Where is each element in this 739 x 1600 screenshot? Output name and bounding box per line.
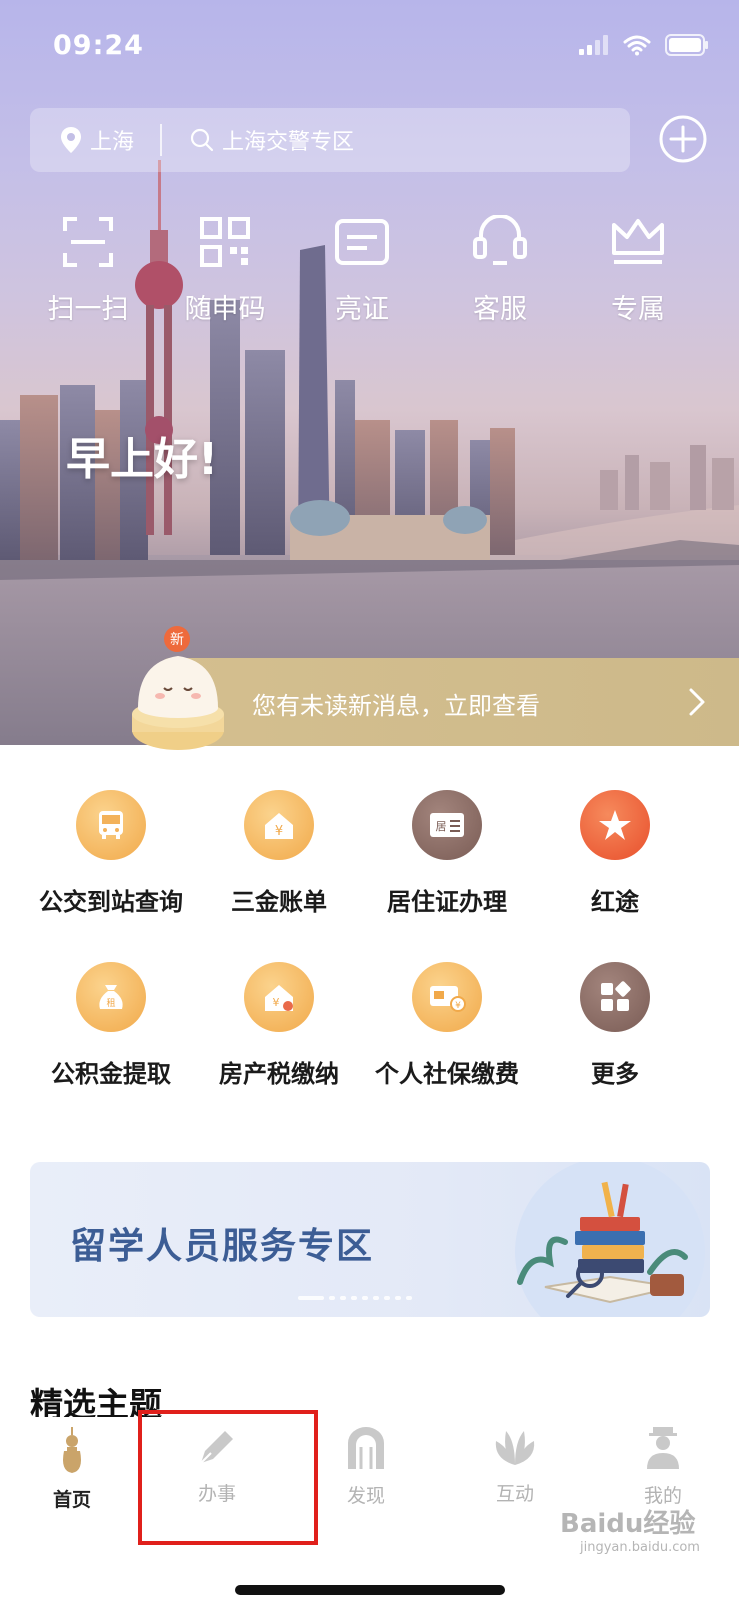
- watermark-logo: Baidu经验: [560, 1509, 696, 1539]
- watermark-url: jingyan.baidu.com: [580, 1540, 700, 1555]
- qr-code-icon: [200, 217, 250, 267]
- chevron-right-icon: [689, 688, 705, 716]
- more-grid-icon: [580, 962, 650, 1032]
- service-property-tax[interactable]: ¥ 房产税缴纳: [184, 962, 374, 1089]
- search-bar[interactable]: 上海 上海交警专区: [30, 108, 630, 172]
- tab-label: 发现: [346, 1485, 385, 1507]
- tab-discover[interactable]: 发现: [311, 1425, 421, 1508]
- carousel-dot: [351, 1296, 357, 1300]
- residence-card-icon: 居: [412, 790, 482, 860]
- bus-icon: [76, 790, 146, 860]
- carousel-dot: [329, 1296, 335, 1300]
- tab-profile[interactable]: 我的: [608, 1425, 718, 1508]
- search-input[interactable]: 上海交警专区: [162, 124, 354, 156]
- service-label: 个人社保缴费: [375, 1060, 519, 1088]
- cellular-signal-icon: [579, 35, 608, 55]
- service-residence[interactable]: 居 居住证办理: [352, 790, 542, 917]
- magnolia-icon: [495, 1431, 535, 1465]
- money-bag-icon: 租: [76, 962, 146, 1032]
- service-label: 公积金提取: [51, 1060, 171, 1088]
- person-icon: [647, 1427, 679, 1469]
- tab-interact[interactable]: 互动: [460, 1425, 570, 1506]
- battery-icon: [665, 34, 708, 56]
- location-label: 上海: [90, 130, 135, 155]
- svg-text:租: 租: [106, 998, 115, 1009]
- house-yuan-icon: ¥: [244, 790, 314, 860]
- arch-icon: [348, 1427, 384, 1469]
- status-time: 09:24: [53, 30, 144, 61]
- quick-action-label: 扫一扫: [47, 294, 129, 325]
- highlight-annotation: [138, 1410, 318, 1545]
- quick-action-label: 亮证: [335, 294, 389, 325]
- greeting-text: 早上好!: [66, 434, 219, 485]
- tab-label: 互动: [495, 1483, 534, 1505]
- svg-text:¥: ¥: [273, 996, 280, 1009]
- quick-action-qr[interactable]: 随申码: [165, 215, 285, 326]
- svg-text:居: 居: [436, 820, 447, 833]
- bun-mascot-icon: 新: [132, 626, 224, 750]
- social-security-icon: ¥: [412, 962, 482, 1032]
- quick-action-exclusive[interactable]: 专属: [578, 215, 698, 326]
- service-label: 红途: [591, 888, 639, 916]
- service-label: 三金账单: [231, 888, 327, 916]
- property-tax-icon: ¥: [244, 962, 314, 1032]
- service-bus[interactable]: 公交到站查询: [16, 790, 206, 917]
- tab-home[interactable]: 首页: [17, 1425, 127, 1512]
- banner-title: 留学人员服务专区: [70, 1226, 375, 1267]
- red-star-icon: [580, 790, 650, 860]
- service-bill[interactable]: ¥ 三金账单: [184, 790, 374, 917]
- home-indicator[interactable]: [235, 1585, 505, 1595]
- quick-action-scan[interactable]: 扫一扫: [28, 215, 148, 326]
- carousel-dot: [373, 1296, 379, 1300]
- carousel-dot: [384, 1296, 390, 1300]
- carousel-dot: [298, 1296, 324, 1300]
- search-icon: [190, 128, 214, 152]
- service-label: 居住证办理: [387, 888, 507, 916]
- location-pin-icon: [61, 127, 81, 153]
- carousel-dot: [406, 1296, 412, 1300]
- scan-icon: [63, 217, 113, 267]
- service-label: 房产税缴纳: [219, 1060, 339, 1088]
- carousel-dot: [395, 1296, 401, 1300]
- search-placeholder: 上海交警专区: [222, 130, 355, 155]
- crown-icon: [612, 219, 664, 264]
- quick-action-label: 专属: [611, 294, 665, 325]
- gourd-home-icon: [63, 1427, 81, 1473]
- quick-action-id[interactable]: 亮证: [302, 215, 422, 326]
- location-selector[interactable]: 上海: [30, 108, 134, 172]
- service-social-security[interactable]: ¥ 个人社保缴费: [352, 962, 542, 1089]
- carousel-dot: [362, 1296, 368, 1300]
- carousel-dot: [340, 1296, 346, 1300]
- headset-icon: [473, 215, 527, 265]
- carousel-dots: [298, 1296, 412, 1300]
- svg-text:¥: ¥: [455, 1001, 461, 1011]
- study-abroad-banner[interactable]: 留学人员服务专区: [30, 1162, 710, 1317]
- add-icon[interactable]: [658, 114, 708, 164]
- service-label: 更多: [591, 1060, 639, 1088]
- service-fund[interactable]: 租 公积金提取: [16, 962, 206, 1089]
- svg-text:¥: ¥: [275, 824, 283, 839]
- new-badge: 新: [170, 632, 184, 648]
- quick-action-label: 随申码: [184, 294, 266, 325]
- notification-bar[interactable]: 您有未读新消息，立即查看: [160, 658, 739, 746]
- wifi-icon: [623, 35, 651, 56]
- hero-banner: 09:24 上海 上海交警专区 扫一扫 随申码 亮证 客服 专属 早上好!: [0, 0, 739, 745]
- status-bar: 09:24: [0, 0, 739, 92]
- notification-text: 您有未读新消息，立即查看: [252, 692, 540, 720]
- quick-action-service[interactable]: 客服: [440, 215, 560, 326]
- service-more[interactable]: 更多: [520, 962, 710, 1089]
- quick-action-label: 客服: [473, 294, 527, 325]
- books-illustration-icon: [515, 1162, 705, 1317]
- tab-label: 首页: [52, 1489, 91, 1511]
- service-red-route[interactable]: 红途: [520, 790, 710, 917]
- service-label: 公交到站查询: [39, 888, 183, 916]
- id-card-icon: [335, 219, 389, 265]
